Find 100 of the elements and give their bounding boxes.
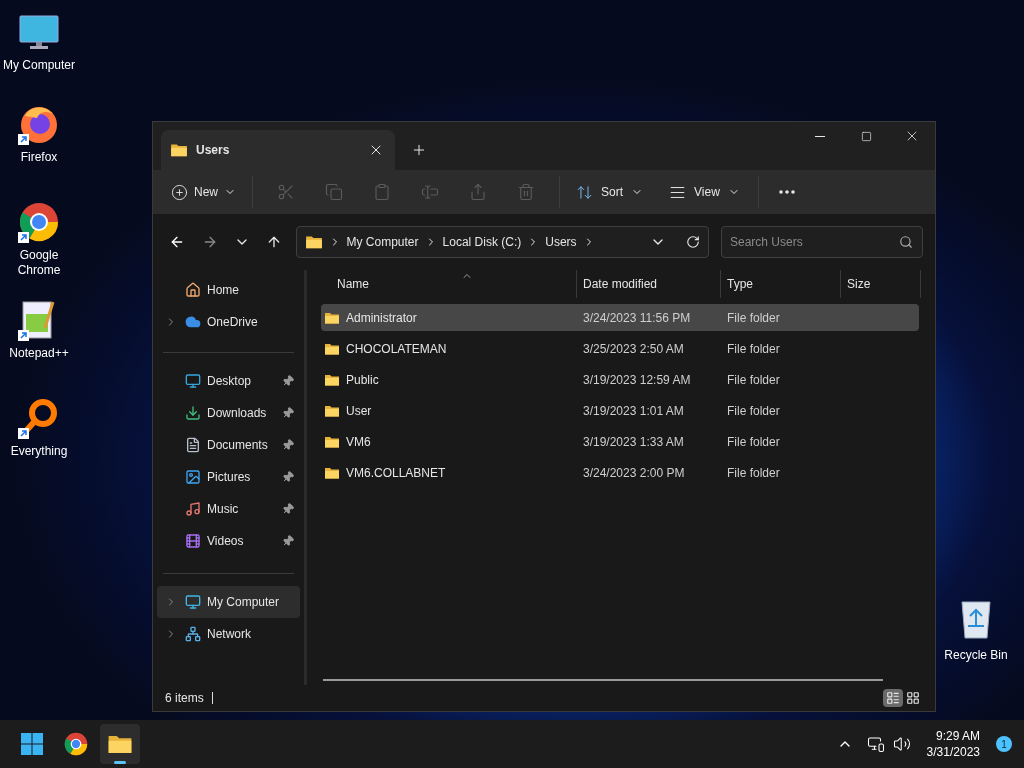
sidebar-label: My Computer: [207, 594, 281, 611]
refresh-icon[interactable]: [686, 235, 700, 249]
folder-icon: [304, 233, 323, 251]
sidebar-label: Pictures: [207, 469, 252, 486]
share-icon: [469, 183, 487, 201]
desktop-shortcut[interactable]: Recycle Bin: [940, 596, 1012, 664]
maximize-icon: [860, 130, 872, 142]
file-row[interactable]: Administrator 3/24/2023 11:56 PM File folder: [321, 304, 919, 331]
list-icon: [886, 691, 900, 705]
file-name: VM6: [346, 433, 371, 451]
clock[interactable]: 9:29 AM 3/31/2023: [926, 728, 980, 760]
file-name: Administrator: [346, 309, 417, 327]
desktop-icon-label: Everything: [9, 444, 69, 459]
type-cell-text: File folder: [726, 433, 781, 451]
sidebar-item[interactable]: Music: [157, 493, 300, 525]
date-cell-text: 3/25/2023 2:50 AM: [582, 340, 685, 358]
desktop-shortcut[interactable]: Google Chrome: [0, 200, 78, 298]
clock-time: 9:29 AM: [935, 728, 980, 744]
sidebar-label: Videos: [207, 533, 245, 550]
desktop-shortcut[interactable]: My Computer: [0, 0, 78, 102]
file-row[interactable]: Public 3/19/2023 12:59 AM File folder: [321, 366, 919, 393]
scissors-icon: [277, 183, 295, 201]
sidebar-item[interactable]: Pictures: [157, 461, 300, 493]
column-header[interactable]: Date modified: [577, 270, 721, 298]
file-name: Public: [346, 371, 379, 389]
tab[interactable]: Users: [161, 130, 395, 170]
sidebar-label: Network: [207, 626, 252, 643]
date-cell-text: 3/24/2023 2:00 PM: [582, 464, 686, 482]
sidebar-item[interactable]: Documents: [157, 429, 300, 461]
sidebar-label: Downloads: [207, 405, 268, 422]
grid-icon: [906, 691, 920, 705]
breadcrumb-item[interactable]: Users: [545, 233, 577, 251]
date-cell-text: 3/19/2023 1:01 AM: [582, 402, 685, 420]
volume-icon[interactable]: [892, 735, 911, 753]
type-cell-text: File folder: [726, 371, 781, 389]
minimize-icon: [815, 135, 825, 137]
taskbar-app[interactable]: [100, 724, 140, 764]
download-icon: [185, 405, 201, 421]
chrome-icon: [17, 200, 61, 244]
monitor-icon: [185, 594, 201, 610]
date-cell-text: 3/19/2023 12:59 AM: [582, 371, 692, 389]
desktop-shortcut[interactable]: Everything: [0, 396, 78, 494]
rename-icon: [421, 183, 439, 201]
file-name: CHOCOLATEMAN: [346, 340, 447, 358]
sidebar-label: Desktop: [207, 373, 253, 390]
column-header[interactable]: Size: [841, 270, 921, 298]
file-row[interactable]: CHOCOLATEMAN 3/25/2023 2:50 AM File folder: [321, 335, 919, 362]
sidebar-item[interactable]: Videos: [157, 525, 300, 557]
desktop-icon-label: Google Chrome: [16, 248, 62, 278]
folder-icon: [170, 141, 188, 159]
horizontal-scrollbar[interactable]: [323, 679, 883, 681]
plus-circle-icon: [171, 183, 188, 201]
details-view-button[interactable]: [883, 689, 903, 707]
more-icon: [778, 190, 795, 194]
video-icon: [185, 533, 201, 549]
desktop-icon: [185, 373, 201, 389]
type-cell-text: File folder: [726, 309, 781, 327]
column-header[interactable]: Type: [721, 270, 841, 298]
sidebar-item[interactable]: OneDrive: [157, 306, 300, 338]
file-row[interactable]: VM6 3/19/2023 1:33 AM File folder: [321, 428, 919, 455]
new-button[interactable]: New: [165, 176, 242, 208]
sidebar-label: Documents: [207, 437, 269, 454]
file-row[interactable]: User 3/19/2023 1:01 AM File folder: [321, 397, 919, 424]
search-icon: [899, 235, 913, 249]
sidebar-label: Music: [207, 501, 240, 518]
sidebar-label: Home: [207, 282, 240, 299]
type-cell-text: File folder: [726, 464, 781, 482]
column-header[interactable]: Name: [321, 270, 577, 298]
address-bar[interactable]: My Computer Local Disk (C:) Users: [295, 226, 709, 258]
cloud-icon: [185, 314, 201, 330]
date-cell-text: 3/19/2023 1:33 AM: [582, 433, 685, 451]
desktop-icon-label: My Computer: [2, 58, 76, 73]
home-icon: [185, 282, 201, 298]
desktop-shortcut[interactable]: Firefox: [0, 102, 78, 200]
item-count: 6 items: [165, 690, 204, 707]
sidebar-item[interactable]: Network: [157, 618, 300, 650]
sidebar-item[interactable]: Downloads: [157, 397, 300, 429]
breadcrumb-item[interactable]: My Computer: [346, 233, 419, 251]
sidebar-item[interactable]: Desktop: [157, 365, 300, 397]
tab-title: Users: [196, 142, 231, 159]
windows-logo-icon: [20, 732, 44, 756]
sidebar-label: OneDrive: [207, 314, 259, 331]
trash-icon: [517, 183, 535, 201]
music-icon: [185, 501, 201, 517]
type-cell-text: File folder: [726, 402, 781, 420]
notification-badge[interactable]: 1: [996, 736, 1012, 752]
desktop-shortcut[interactable]: Notepad++: [0, 298, 78, 396]
search-field[interactable]: Search Users: [721, 226, 923, 258]
breadcrumb-item[interactable]: Local Disk (C:): [442, 233, 522, 251]
sort-button[interactable]: Sort: [570, 176, 650, 208]
view-button[interactable]: View: [661, 176, 748, 208]
sidebar-item[interactable]: My Computer: [157, 586, 300, 618]
chrome-icon: [63, 731, 89, 757]
network-icon[interactable]: [866, 735, 885, 753]
document-icon: [185, 437, 201, 453]
file-row[interactable]: VM6.COLLABNET 3/24/2023 2:00 PM File folder: [321, 459, 919, 486]
desktop-icon-label: Notepad++: [8, 346, 70, 361]
sidebar-item[interactable]: Home: [157, 274, 300, 306]
clock-date: 3/31/2023: [926, 744, 980, 760]
type-cell-text: File folder: [726, 340, 781, 358]
